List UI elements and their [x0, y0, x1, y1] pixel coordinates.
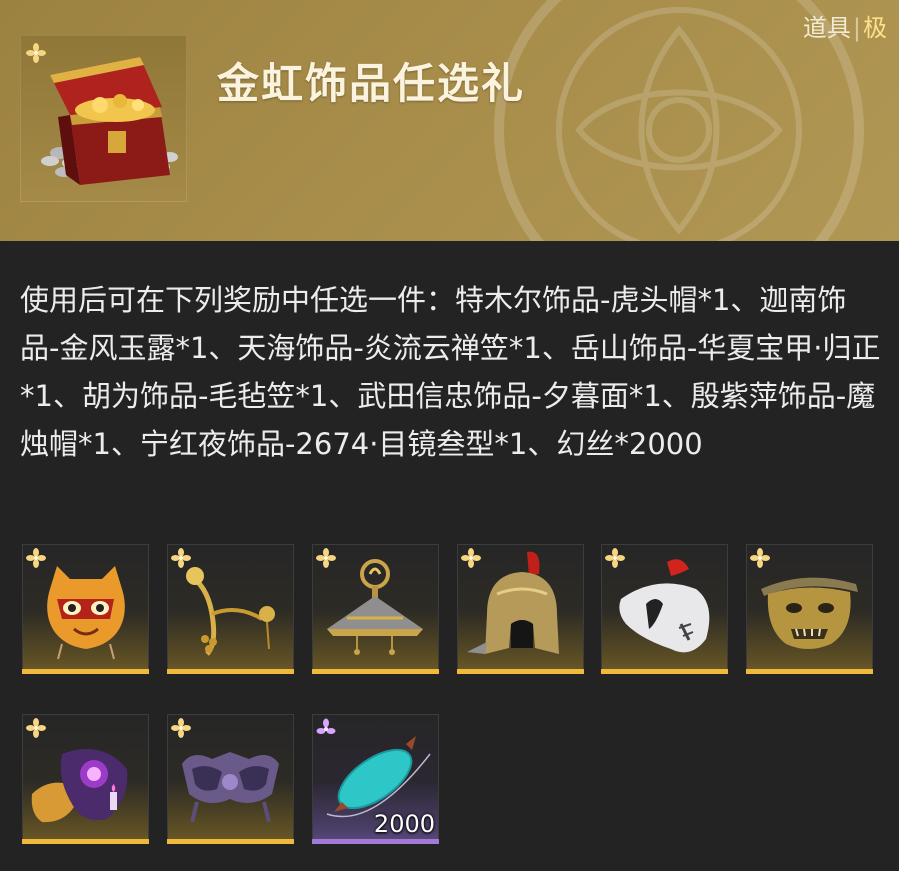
item-icon-frame [20, 35, 187, 202]
item-header: 金虹饰品任选礼 道具|极 [0, 0, 899, 241]
reward-slot-7[interactable] [22, 714, 149, 844]
gold-rarity-flower-icon [316, 548, 336, 568]
gold-rarity-flower-icon [26, 718, 46, 738]
item-title: 金虹饰品任选礼 [217, 59, 526, 108]
gold-rarity-flower-icon [26, 43, 46, 63]
item-category: 道具 [802, 14, 851, 42]
gold-rarity-flower-icon [461, 548, 481, 568]
reward-slot-6[interactable] [746, 544, 873, 674]
reward-slot-2[interactable] [167, 544, 294, 674]
gold-rarity-flower-icon [171, 548, 191, 568]
reward-slot-1[interactable] [22, 544, 149, 674]
reward-slot-5[interactable] [601, 544, 728, 674]
item-grade: 极 [863, 14, 887, 42]
item-description: 使用后可在下列奖励中任选一件：特木尔饰品-虎头帽*1、迦南饰品-金风玉露*1、天… [20, 283, 881, 461]
item-count: 2000 [373, 810, 435, 838]
gold-rarity-flower-icon [26, 548, 46, 568]
reward-slot-9[interactable]: 2000 [312, 714, 439, 844]
purple-rarity-flower-icon [316, 718, 336, 734]
reward-slot-3[interactable] [312, 544, 439, 674]
gold-rarity-flower-icon [171, 718, 191, 738]
gold-rarity-flower-icon [605, 548, 625, 568]
item-tags: 道具|极 [803, 8, 887, 43]
reward-slot-8[interactable] [167, 714, 294, 844]
tag-separator: | [852, 14, 861, 42]
gold-rarity-flower-icon [750, 548, 770, 568]
reward-slot-4[interactable] [457, 544, 584, 674]
